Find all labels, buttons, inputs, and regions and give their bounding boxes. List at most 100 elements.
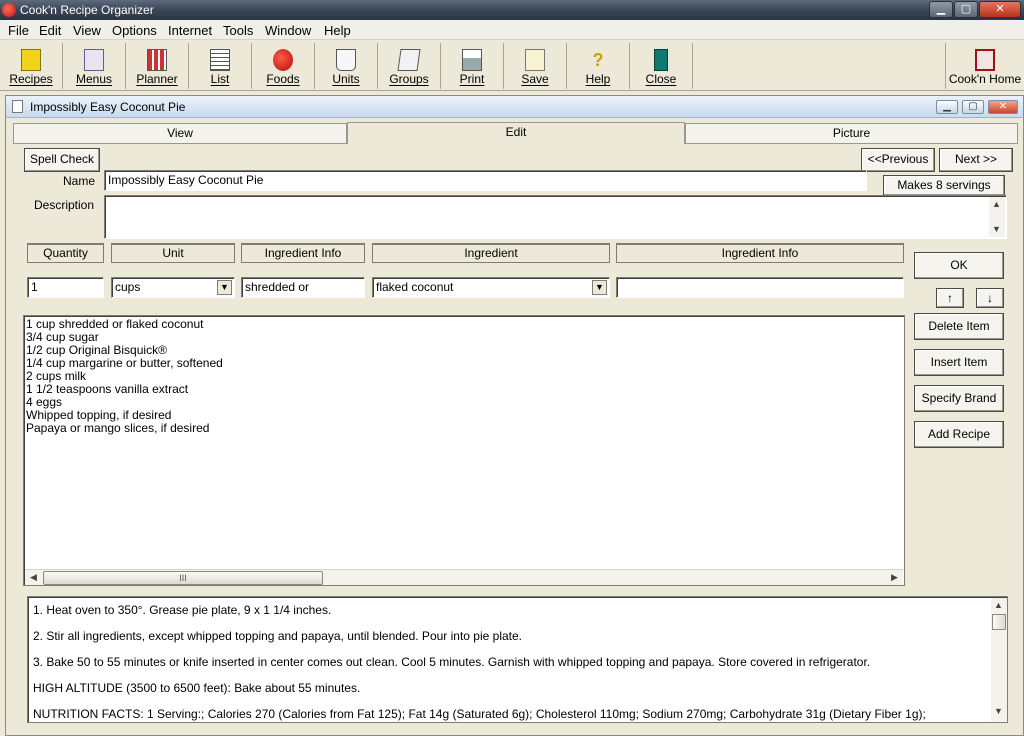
menu-window[interactable]: Window [265, 23, 311, 38]
measuring-cup-icon [336, 49, 356, 71]
add-recipe-button[interactable]: Add Recipe [914, 421, 1004, 448]
chevron-down-icon[interactable]: ▼ [217, 280, 232, 295]
tab-edit[interactable]: Edit [347, 122, 685, 144]
app-logo-icon [2, 3, 16, 17]
toolbar-list-button[interactable]: List [189, 43, 252, 89]
app-title: Cook'n Recipe Organizer [20, 3, 154, 17]
servings-button[interactable]: Makes 8 servings [883, 175, 1005, 196]
ingredient-info-pre-input[interactable]: shredded or [241, 277, 365, 298]
ingredient-select-value: flaked coconut [376, 280, 454, 294]
toolbar-planner-button[interactable]: Planner [126, 43, 189, 89]
toolbar-foods-label: Foods [266, 72, 300, 86]
document-icon [12, 100, 23, 113]
groups-icon [397, 49, 421, 71]
ingredient-select[interactable]: flaked coconut ▼ [372, 277, 610, 298]
toolbar-groups-button[interactable]: Groups [378, 43, 441, 89]
insert-item-button[interactable]: Insert Item [914, 349, 1004, 376]
close-button[interactable]: ✕ [979, 1, 1021, 18]
recipe-window-title-bar: Impossibly Easy Coconut Pie ▁ ▢ ✕ [6, 96, 1023, 118]
list-item[interactable]: Papaya or mango slices, if desired [24, 422, 904, 435]
next-button[interactable]: Next >> [939, 148, 1013, 172]
recipe-minimize-button[interactable]: ▁ [936, 100, 958, 114]
tab-picture[interactable]: Picture [685, 123, 1018, 144]
menu-internet[interactable]: Internet [168, 23, 212, 38]
recipe-window-title: Impossibly Easy Coconut Pie [30, 100, 186, 114]
previous-button[interactable]: <<Previous [861, 148, 935, 172]
scroll-right-icon[interactable]: ▶ [891, 572, 898, 583]
recipe-close-button[interactable]: ✕ [988, 100, 1018, 114]
toolbar-recipes-button[interactable]: Recipes [0, 43, 63, 89]
description-scrollbar[interactable]: ▲ ▼ [989, 197, 1005, 237]
menu-file[interactable]: File [8, 23, 29, 38]
recipe-name-field[interactable]: Impossibly Easy Coconut Pie [104, 170, 867, 191]
list-item[interactable]: 1/4 cup margarine or butter, softened [24, 357, 904, 370]
ingredient-list[interactable]: 1 cup shredded or flaked coconut 3/4 cup… [23, 315, 905, 586]
recipe-restore-button[interactable]: ▢ [962, 100, 984, 114]
list-item[interactable]: 1 1/2 teaspoons vanilla extract [24, 383, 904, 396]
menu-tools[interactable]: Tools [223, 23, 253, 38]
unit-select[interactable]: cups ▼ [111, 277, 235, 298]
direction-paragraph: HIGH ALTITUDE (3500 to 6500 feet): Bake … [33, 681, 361, 695]
column-unit: Unit [111, 243, 235, 263]
close-door-icon [654, 49, 668, 71]
description-field[interactable] [104, 195, 1007, 239]
quantity-input[interactable]: 1 [27, 277, 104, 298]
ingredient-info-post-input[interactable] [616, 277, 904, 298]
scroll-up-icon[interactable]: ▲ [992, 199, 1001, 209]
column-quantity: Quantity [27, 243, 104, 263]
list-item[interactable]: 1 cup shredded or flaked coconut [24, 318, 904, 331]
unit-select-value: cups [115, 280, 141, 294]
scroll-thumb[interactable] [992, 614, 1006, 630]
name-label: Name [63, 174, 96, 188]
menu-edit[interactable]: Edit [39, 23, 61, 38]
toolbar-units-button[interactable]: Units [315, 43, 378, 89]
ingredient-list-hscrollbar[interactable]: ◀ III ▶ [25, 569, 903, 585]
menus-icon [84, 49, 104, 71]
save-icon [525, 49, 545, 71]
menu-view[interactable]: View [73, 23, 101, 38]
delete-item-button[interactable]: Delete Item [914, 313, 1004, 340]
scroll-left-icon[interactable]: ◀ [30, 572, 37, 583]
move-down-button[interactable]: ↓ [976, 288, 1004, 308]
move-up-button[interactable]: ↑ [936, 288, 964, 308]
toolbar-foods-button[interactable]: Foods [252, 43, 315, 89]
toolbar-save-button[interactable]: Save [504, 43, 567, 89]
direction-paragraph: NUTRITION FACTS: 1 Serving:; Calories 27… [33, 707, 926, 721]
toolbar-cookn-home-button[interactable]: Cook'n Home [945, 43, 1024, 89]
direction-paragraph: 2. Stir all ingredients, except whipped … [33, 629, 522, 643]
recipes-icon [21, 49, 41, 71]
directions-scrollbar[interactable]: ▲ ▼ [991, 598, 1007, 721]
scroll-up-icon[interactable]: ▲ [994, 600, 1003, 610]
planner-icon [147, 49, 167, 71]
app-title-bar: Cook'n Recipe Organizer ▁ ▢ ✕ [0, 0, 1024, 20]
scroll-thumb[interactable]: III [43, 571, 323, 585]
recipe-tabs: View Edit Picture [13, 122, 1018, 145]
recipe-edit-window: Impossibly Easy Coconut Pie ▁ ▢ ✕ View E… [5, 95, 1024, 736]
maximize-button[interactable]: ▢ [954, 1, 978, 18]
toolbar-menus-label: Menus [75, 72, 113, 86]
toolbar-menus-button[interactable]: Menus [63, 43, 126, 89]
minimize-button[interactable]: ▁ [929, 1, 953, 18]
column-ingredient-info-post: Ingredient Info [616, 243, 904, 263]
column-ingredient-info-pre: Ingredient Info [241, 243, 365, 263]
toolbar-close-button[interactable]: Close [630, 43, 693, 89]
toolbar-help-button[interactable]: ? Help [567, 43, 630, 89]
direction-paragraph: 3. Bake 50 to 55 minutes or knife insert… [33, 655, 871, 669]
toolbar-recipes-label: Recipes [9, 72, 53, 86]
scroll-down-icon[interactable]: ▼ [994, 706, 1003, 716]
toolbar-planner-label: Planner [136, 72, 178, 86]
menu-options[interactable]: Options [112, 23, 157, 38]
specify-brand-button[interactable]: Specify Brand [914, 385, 1004, 412]
toolbar-print-label: Print [459, 72, 485, 86]
chevron-down-icon[interactable]: ▼ [592, 280, 607, 295]
directions-text[interactable]: 1. Heat oven to 350°. Grease pie plate, … [27, 596, 1008, 723]
spell-check-button[interactable]: Spell Check [24, 148, 100, 172]
menu-help[interactable]: Help [324, 23, 351, 38]
toolbar-home-label: Cook'n Home [948, 72, 1022, 86]
toolbar-list-label: List [210, 72, 230, 86]
toolbar-print-button[interactable]: Print [441, 43, 504, 89]
list-icon [210, 49, 230, 71]
tab-view[interactable]: View [13, 123, 347, 144]
scroll-down-icon[interactable]: ▼ [992, 224, 1001, 234]
ok-button[interactable]: OK [914, 252, 1004, 279]
